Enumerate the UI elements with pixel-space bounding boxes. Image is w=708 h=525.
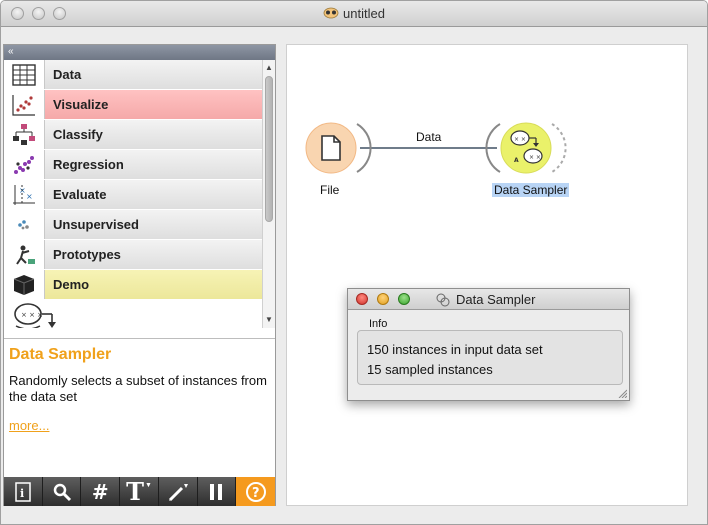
pause-button[interactable] (198, 477, 237, 506)
evaluate-icon: × × (4, 180, 44, 209)
info-line-sampled: 15 sampled instances (367, 362, 493, 377)
toolbox-scrollbar[interactable]: ▲ ▼ (262, 60, 275, 328)
category-unsupervised[interactable]: Unsupervised (4, 210, 262, 240)
collapse-toolbox-button[interactable]: « (4, 45, 275, 60)
category-data[interactable]: Data (4, 60, 262, 90)
search-button[interactable] (43, 477, 82, 506)
help-button[interactable]: ? (236, 477, 276, 506)
prototypes-icon (4, 240, 44, 269)
text-dropdown-caret-icon: ▼ (144, 482, 152, 489)
scroll-up-arrow-icon[interactable]: ▲ (263, 62, 275, 74)
category-label-prototypes: Prototypes (44, 240, 262, 269)
category-visualize[interactable]: Visualize (4, 90, 262, 120)
grid-icon: # (91, 479, 109, 504)
data-sampler-node-label: Data Sampler (492, 183, 570, 197)
description-title: Data Sampler (9, 346, 112, 363)
text-annotation-button[interactable]: T ▼ (120, 477, 159, 506)
scatter-plot-icon (4, 90, 44, 119)
title-bar: untitled (1, 1, 707, 27)
category-label-classify: Classify (44, 120, 262, 149)
svg-text:?: ? (252, 486, 260, 501)
regression-icon (4, 150, 44, 179)
link-label: Data (416, 130, 442, 144)
pause-icon (210, 483, 223, 500)
main-window: untitled « Data Visualize Classify Regre… (0, 0, 708, 525)
category-regression[interactable]: Regression (4, 150, 262, 180)
document-proxy-icon (323, 7, 339, 19)
data-sampler-widget-partial[interactable]: × × × (4, 300, 262, 328)
scrollbar-thumb[interactable] (265, 76, 273, 222)
dialog-title-bar[interactable]: Data Sampler (348, 289, 629, 310)
dialog-minimize-button[interactable] (377, 293, 389, 305)
grid-button[interactable]: # (81, 477, 121, 506)
category-label-data: Data (44, 60, 262, 89)
unsupervised-icon (4, 210, 44, 239)
category-label-demo: Demo (44, 270, 262, 299)
svg-text:i: i (20, 487, 24, 500)
arrow-annotation-button[interactable] (159, 477, 198, 506)
file-node[interactable] (304, 121, 358, 175)
dialog-zoom-button[interactable] (398, 293, 410, 305)
pen-icon (168, 483, 188, 501)
info-button[interactable]: i (4, 477, 43, 506)
data-sampler-widget-icon: × × × (14, 303, 56, 328)
dialog-widget-icon (436, 293, 450, 307)
category-tree: Data Visualize Classify Regression × Eva… (4, 60, 262, 328)
category-label-regression: Regression (44, 150, 262, 179)
svg-text:×: × (26, 192, 33, 201)
category-demo[interactable]: Demo (4, 270, 262, 300)
category-label-visualize: Visualize (44, 90, 262, 119)
data-sampler-node[interactable] (499, 121, 553, 175)
info-line-input: 150 instances in input data set (367, 342, 543, 357)
info-group-label: Info (369, 318, 388, 330)
workflow-graphics: × × × × A (305, 122, 567, 174)
description-text: Randomly selects a subset of instances f… (9, 373, 267, 404)
info-icon: i (15, 481, 31, 502)
widget-toolbox: « Data Visualize Classify Regression × E… (3, 44, 276, 506)
info-group-box: 150 instances in input data set 15 sampl… (357, 330, 623, 385)
category-prototypes[interactable]: Prototypes (4, 240, 262, 270)
svg-text:× × ×: × × × (21, 311, 43, 319)
window-title: untitled (343, 6, 385, 21)
data-table-icon (4, 60, 44, 89)
category-evaluate[interactable]: × × Evaluate (4, 180, 262, 210)
resize-grip-icon[interactable] (617, 388, 627, 398)
search-icon (53, 483, 71, 501)
category-label-unsupervised: Unsupervised (44, 210, 262, 239)
category-label-evaluate: Evaluate (44, 180, 262, 209)
file-node-label: File (320, 183, 340, 197)
scroll-down-arrow-icon[interactable]: ▼ (263, 314, 275, 326)
window-title-wrap: untitled (1, 6, 707, 21)
description-more-link[interactable]: more... (9, 418, 270, 433)
dialog-close-button[interactable] (356, 293, 368, 305)
bottom-toolbar: i # T ▼ ? (4, 477, 276, 506)
cube-icon (4, 270, 44, 299)
category-classify[interactable]: Classify (4, 120, 262, 150)
tree-icon (4, 120, 44, 149)
dialog-title: Data Sampler (456, 292, 536, 307)
widget-description-panel: Data Sampler Randomly selects a subset o… (4, 338, 275, 476)
text-icon: T (126, 477, 144, 506)
collapse-glyph: « (8, 46, 14, 57)
data-sampler-dialog: Data Sampler Info 150 instances in input… (347, 288, 630, 401)
help-icon: ? (245, 481, 266, 502)
